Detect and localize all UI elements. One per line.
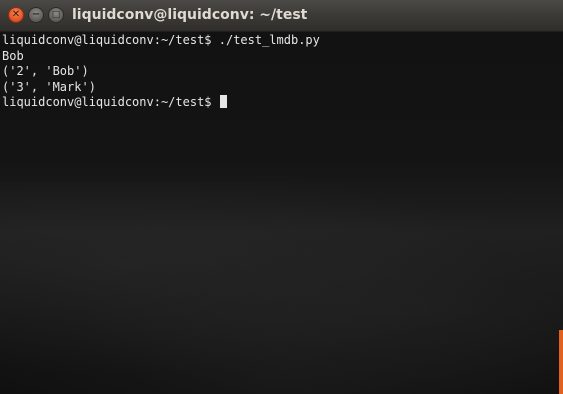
terminal-prompt-line[interactable]: liquidconv@liquidconv:~/test$ xyxy=(2,95,320,111)
terminal-line: Bob xyxy=(2,48,24,63)
terminal-line: ('2', 'Bob') xyxy=(2,64,89,78)
maximize-icon[interactable]: □ xyxy=(48,7,64,23)
minimize-icon[interactable]: − xyxy=(28,7,44,23)
terminal-line: liquidconv@liquidconv:~/test$ ./test_lmd… xyxy=(2,33,320,47)
window-title: liquidconv@liquidconv: ~/test xyxy=(72,7,308,23)
terminal-window: ✕ − □ liquidconv@liquidconv: ~/test liqu… xyxy=(0,0,563,394)
prompt-text: liquidconv@liquidconv:~/test$ xyxy=(2,95,219,109)
text-cursor xyxy=(219,95,227,108)
terminal-output: liquidconv@liquidconv:~/test$ ./test_lmd… xyxy=(2,33,320,111)
scrollbar-thumb[interactable] xyxy=(559,330,563,394)
terminal-line: ('3', 'Mark') xyxy=(2,79,96,94)
title-bar[interactable]: ✕ − □ liquidconv@liquidconv: ~/test xyxy=(0,0,563,32)
close-icon[interactable]: ✕ xyxy=(8,7,24,23)
terminal-area[interactable]: liquidconv@liquidconv:~/test$ ./test_lmd… xyxy=(0,32,563,394)
